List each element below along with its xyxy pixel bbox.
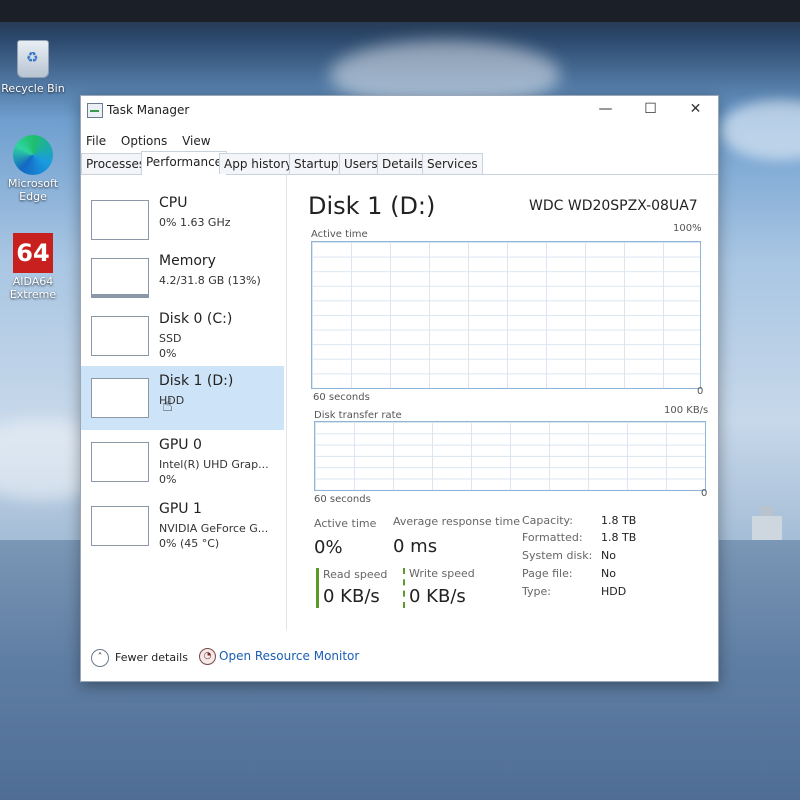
property-value: No	[601, 549, 616, 562]
resource-name: Disk 0 (C:)	[159, 311, 233, 327]
tab-startup[interactable]: Startup	[289, 153, 344, 174]
window-title: Task Manager	[107, 103, 190, 117]
resource-detail: SSD	[159, 332, 182, 345]
close-button[interactable]: ✕	[673, 96, 718, 124]
active-time-label: Active time	[314, 517, 377, 530]
graph-label: Active time	[311, 229, 368, 240]
active-time-value: 0%	[314, 537, 343, 558]
maximize-button[interactable]: ☐	[628, 96, 673, 124]
hand-cursor-icon: ☝	[162, 395, 173, 416]
resource-usage: 0%	[159, 347, 177, 360]
property-value: No	[601, 567, 616, 580]
graph-max-label: 100 KB/s	[664, 405, 709, 416]
tab-app-history[interactable]: App history	[219, 153, 298, 174]
resource-item-gpu-1[interactable]: GPU 1 NVIDIA GeForce G... 0% (45 °C)	[81, 494, 284, 558]
menu-view[interactable]: View	[182, 134, 210, 148]
resource-thumbnail-graph	[91, 378, 149, 418]
resource-monitor-icon: ◔	[199, 648, 216, 665]
tab-processes[interactable]: Processes	[81, 153, 151, 174]
resource-usage: 0% (45 °C)	[159, 537, 220, 550]
resource-detail: NVIDIA GeForce G...	[159, 522, 269, 535]
graph-min-label: 0	[697, 386, 704, 397]
recycle-bin-icon	[17, 40, 49, 78]
menu-bar: File Options View	[81, 134, 217, 152]
screen-bezel	[0, 0, 800, 22]
resource-thumbnail-graph	[91, 258, 149, 298]
tab-strip: Processes Performance App history Startu…	[81, 151, 718, 175]
open-resource-monitor-link[interactable]: Open Resource Monitor	[219, 649, 359, 663]
write-speed-label: Write speed	[409, 567, 475, 580]
task-manager-icon	[87, 103, 103, 118]
graph-span-label: 60 seconds	[313, 392, 370, 403]
task-manager-window: Task Manager — ☐ ✕ File Options View Pro…	[80, 95, 719, 682]
property-key: Type:	[522, 585, 551, 598]
resource-usage: 0%	[159, 473, 177, 486]
graph-label: Disk transfer rate	[314, 410, 402, 421]
resource-thumbnail-graph	[91, 442, 149, 482]
lighthouse	[752, 506, 782, 540]
desktop-icon-label: AIDA64 Extreme	[9, 275, 57, 301]
avg-response-value: 0 ms	[393, 536, 438, 557]
write-speed-indicator	[403, 568, 405, 608]
resource-thumbnail-graph	[91, 316, 149, 356]
property-value: HDD	[601, 585, 627, 598]
graph-max-label: 100%	[673, 223, 702, 234]
read-speed-label: Read speed	[323, 568, 388, 581]
property-key: Formatted:	[522, 531, 583, 544]
edge-icon	[13, 135, 53, 175]
desktop-icon-recycle-bin[interactable]: Recycle Bin	[0, 40, 66, 95]
desktop-icon-label: Recycle Bin	[1, 82, 65, 95]
disk-transfer-rate-graph	[314, 421, 706, 491]
cloud	[720, 100, 800, 160]
property-value: 1.8 TB	[601, 531, 637, 544]
resource-list: CPU 0% 1.63 GHz Memory 4.2/31.8 GB (13%)…	[81, 175, 287, 630]
read-speed-value: 0 KB/s	[323, 586, 380, 607]
resource-name: Disk 1 (D:)	[159, 373, 234, 389]
detail-title: Disk 1 (D:)	[308, 192, 436, 220]
resource-thumbnail-graph	[91, 506, 149, 546]
tab-services[interactable]: Services	[422, 153, 483, 174]
window-footer: ˄ Fewer details ◔ Open Resource Monitor	[81, 641, 718, 671]
write-speed-value: 0 KB/s	[409, 586, 466, 607]
minimize-button[interactable]: —	[583, 96, 628, 124]
graph-min-label: 0	[701, 488, 708, 499]
resource-detail: Intel(R) UHD Grap...	[159, 458, 269, 471]
resource-name: GPU 0	[159, 437, 202, 453]
tab-performance[interactable]: Performance	[141, 151, 228, 175]
desktop-icon-label: Microsoft Edge	[7, 177, 59, 203]
resource-name: CPU	[159, 195, 188, 211]
menu-file[interactable]: File	[86, 134, 106, 148]
property-key: Page file:	[522, 567, 573, 580]
desktop-icon-aida64[interactable]: 64 AIDA64 Extreme	[0, 233, 66, 301]
resource-item-disk-0[interactable]: Disk 0 (C:) SSD 0%	[81, 304, 284, 368]
resource-item-cpu[interactable]: CPU 0% 1.63 GHz	[81, 188, 284, 252]
desktop-icon-edge[interactable]: Microsoft Edge	[0, 135, 66, 203]
property-value: 1.8 TB	[601, 514, 637, 527]
tab-details[interactable]: Details	[377, 153, 429, 174]
resource-name: Memory	[159, 253, 216, 269]
avg-response-label: Average response time	[393, 515, 520, 528]
chevron-up-icon[interactable]: ˄	[91, 649, 109, 667]
resource-item-memory[interactable]: Memory 4.2/31.8 GB (13%)	[81, 246, 284, 310]
graph-span-label: 60 seconds	[314, 494, 371, 505]
disk-model: WDC WD20SPZX-08UA7	[529, 198, 698, 214]
resource-item-gpu-0[interactable]: GPU 0 Intel(R) UHD Grap... 0%	[81, 430, 284, 494]
fewer-details-link[interactable]: Fewer details	[115, 651, 188, 664]
resource-detail: 4.2/31.8 GB (13%)	[159, 274, 261, 287]
menu-options[interactable]: Options	[121, 134, 167, 148]
resource-name: GPU 1	[159, 501, 202, 517]
property-key: Capacity:	[522, 514, 573, 527]
read-speed-indicator	[316, 568, 319, 608]
aida64-icon: 64	[13, 233, 53, 273]
resource-item-disk-1[interactable]: Disk 1 (D:) HDD	[81, 366, 284, 430]
title-bar[interactable]: Task Manager — ☐ ✕	[81, 96, 718, 124]
property-key: System disk:	[522, 549, 593, 562]
resource-detail: 0% 1.63 GHz	[159, 216, 231, 229]
resource-thumbnail-graph	[91, 200, 149, 240]
active-time-graph	[311, 241, 701, 389]
